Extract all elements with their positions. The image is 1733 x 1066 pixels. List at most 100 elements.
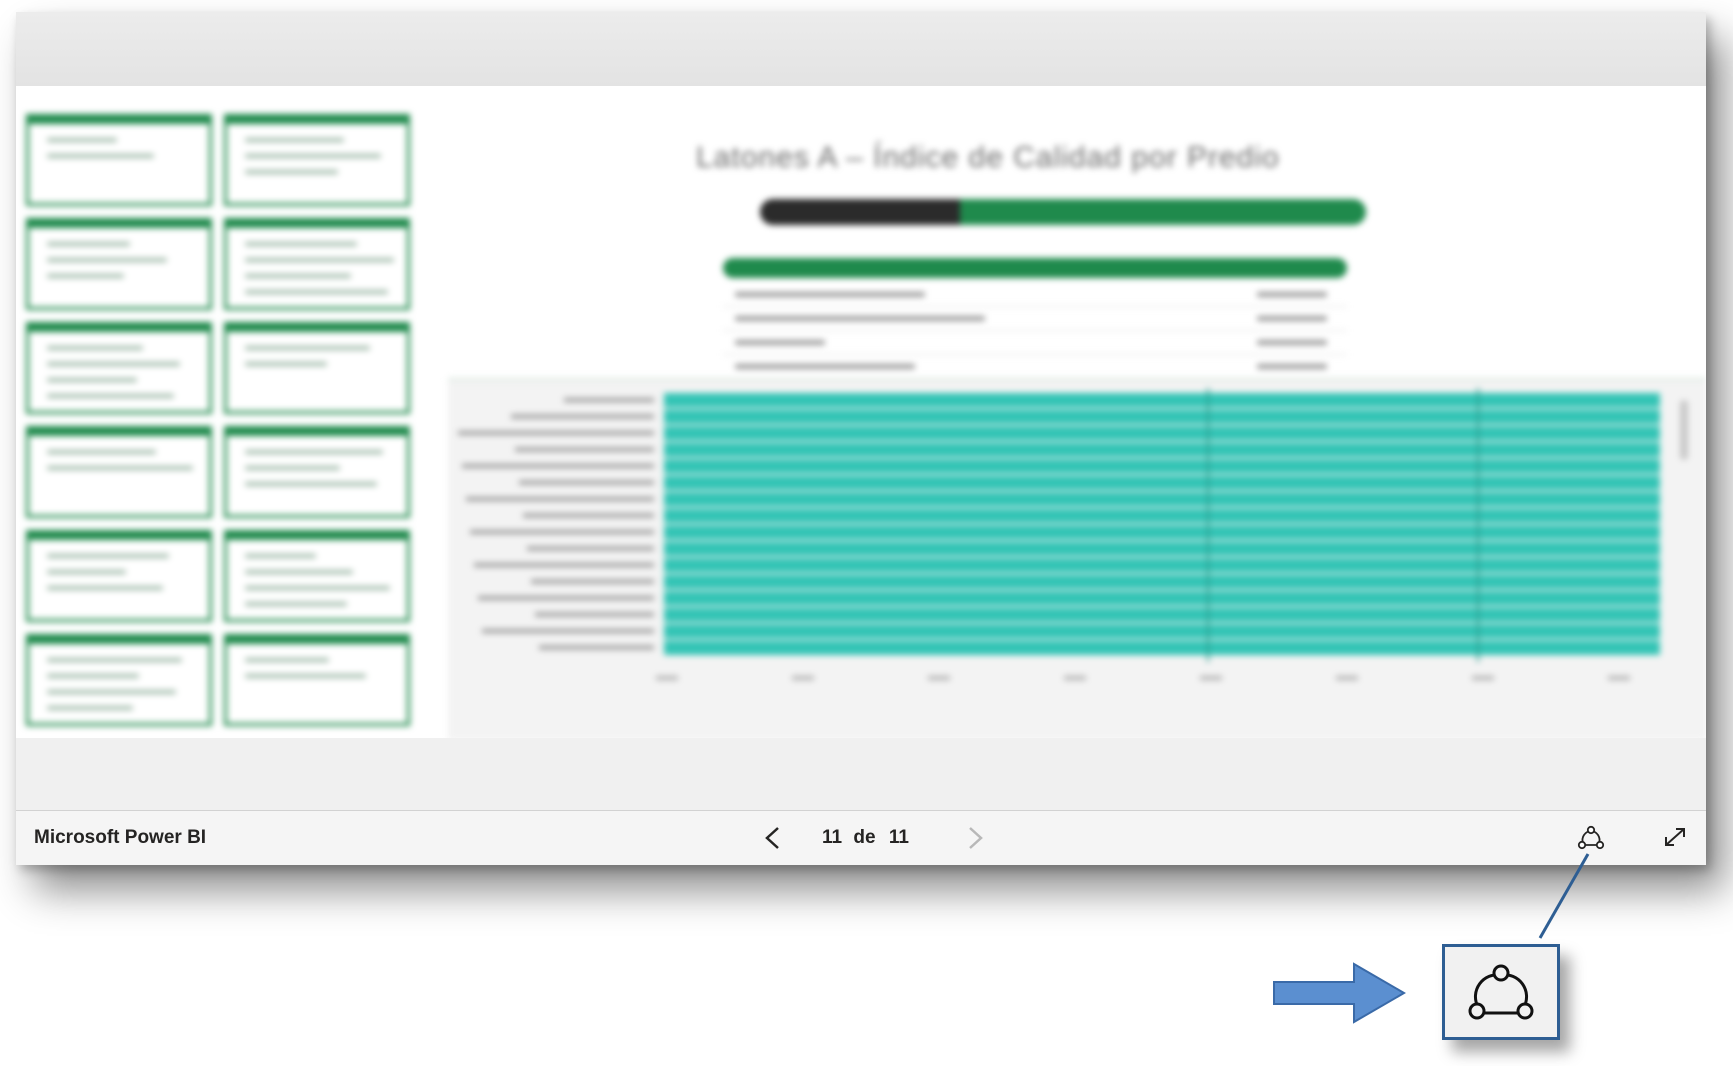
bar[interactable]	[664, 591, 1660, 606]
share-network-icon[interactable]	[1574, 823, 1608, 851]
slicer-panel[interactable]	[26, 634, 212, 726]
x-tick-label	[1472, 676, 1494, 680]
slicer-option[interactable]	[47, 274, 124, 278]
slicer-option[interactable]	[47, 394, 174, 398]
slicer-option[interactable]	[245, 570, 353, 574]
footer-bar: Microsoft Power BI 11 de 11	[16, 810, 1706, 865]
bar[interactable]	[664, 442, 1660, 458]
slicer-option[interactable]	[245, 602, 347, 606]
slicer-option[interactable]	[245, 554, 316, 558]
slicer-option[interactable]	[47, 346, 143, 350]
bar[interactable]	[664, 409, 1660, 425]
table-row	[723, 330, 1347, 355]
page-indicator: 11 de 11	[822, 827, 909, 849]
bar-label	[470, 530, 654, 534]
slicer-option[interactable]	[47, 378, 137, 382]
slicer-option[interactable]	[245, 258, 394, 262]
slicer-option[interactable]	[245, 170, 338, 174]
slicer-option[interactable]	[245, 450, 383, 454]
bar-label	[474, 563, 654, 567]
report-tabs	[760, 199, 1366, 225]
slicer-panel[interactable]	[224, 218, 410, 310]
slicer-option[interactable]	[47, 674, 139, 678]
slicer-option[interactable]	[47, 450, 156, 454]
slicer-option[interactable]	[47, 586, 163, 590]
expand-icon[interactable]	[1660, 823, 1690, 851]
table-row	[723, 282, 1347, 307]
chevron-left-icon[interactable]	[760, 823, 786, 853]
slicer-option[interactable]	[245, 482, 377, 486]
x-tick-label	[792, 676, 814, 680]
slicer-option[interactable]	[47, 138, 117, 142]
slicer-panel[interactable]	[26, 218, 212, 310]
slicer-option[interactable]	[47, 258, 167, 262]
bar[interactable]	[664, 475, 1660, 491]
bar[interactable]	[664, 492, 1660, 507]
page-total: 11	[888, 827, 909, 848]
slicer-panel[interactable]	[26, 530, 212, 622]
x-tick-label	[1336, 676, 1358, 680]
tab-2[interactable]	[960, 199, 1166, 225]
bar[interactable]	[664, 426, 1660, 441]
summary-table	[723, 258, 1347, 370]
bar-label	[458, 431, 654, 435]
slicer-option[interactable]	[245, 346, 370, 350]
bar[interactable]	[664, 624, 1660, 639]
slicer-option[interactable]	[47, 362, 180, 366]
bar-label	[539, 645, 654, 650]
slicer-option[interactable]	[245, 674, 366, 678]
slicer-option[interactable]	[47, 706, 133, 710]
slicer-panel[interactable]	[224, 426, 410, 518]
chart-scrollbar[interactable]	[1680, 400, 1688, 460]
tab-3[interactable]	[1166, 199, 1366, 225]
slicer-option[interactable]	[47, 554, 169, 558]
slicer-panel[interactable]	[224, 530, 410, 622]
slicer-option[interactable]	[47, 154, 154, 158]
bar-label	[482, 629, 654, 633]
bar-label	[564, 398, 654, 402]
slicer-option[interactable]	[245, 154, 381, 158]
slicer-panel[interactable]	[26, 322, 212, 414]
chevron-right-icon[interactable]	[962, 823, 988, 853]
slicer-panel[interactable]	[26, 426, 212, 518]
slicer-panel[interactable]	[224, 114, 410, 206]
bar-label	[523, 513, 654, 518]
slicer-option[interactable]	[47, 658, 182, 662]
slicer-option[interactable]	[47, 466, 193, 470]
slicer-option[interactable]	[245, 274, 351, 278]
bar-label	[478, 596, 654, 600]
bar[interactable]	[664, 393, 1660, 408]
bar[interactable]	[664, 508, 1660, 524]
slicer-option[interactable]	[245, 466, 340, 470]
bar[interactable]	[664, 525, 1660, 540]
slicer-panel[interactable]	[26, 114, 212, 206]
bar[interactable]	[664, 459, 1660, 474]
bar-label	[466, 497, 654, 501]
blurred-report-content: Latones A – Índice de Calidad por Predio	[16, 86, 1706, 738]
tab-1[interactable]	[760, 199, 960, 225]
bar-label	[531, 579, 654, 584]
slicer-option[interactable]	[245, 658, 329, 662]
slicer-panel[interactable]	[224, 634, 410, 726]
share-network-icon	[1468, 964, 1534, 1020]
bar[interactable]	[664, 607, 1660, 623]
slicer-option[interactable]	[47, 690, 176, 694]
bar-label	[462, 464, 654, 468]
slicer-option[interactable]	[245, 290, 388, 294]
slicer-option[interactable]	[245, 242, 357, 246]
slicer-panel[interactable]	[224, 322, 410, 414]
bar[interactable]	[664, 558, 1660, 573]
bar[interactable]	[664, 574, 1660, 590]
slicer-option[interactable]	[245, 138, 344, 142]
slicer-option[interactable]	[47, 242, 130, 246]
page-separator: de	[853, 827, 876, 848]
bar[interactable]	[664, 541, 1660, 557]
report-title: Latones A – Índice de Calidad por Predio	[696, 141, 1280, 174]
x-tick-label	[1064, 676, 1086, 680]
slicer-option[interactable]	[245, 362, 327, 366]
bar[interactable]	[664, 640, 1660, 656]
bar-label	[515, 447, 654, 452]
slicer-option[interactable]	[245, 586, 390, 590]
bar-chart-panel	[448, 378, 1706, 738]
slicer-option[interactable]	[47, 570, 126, 574]
